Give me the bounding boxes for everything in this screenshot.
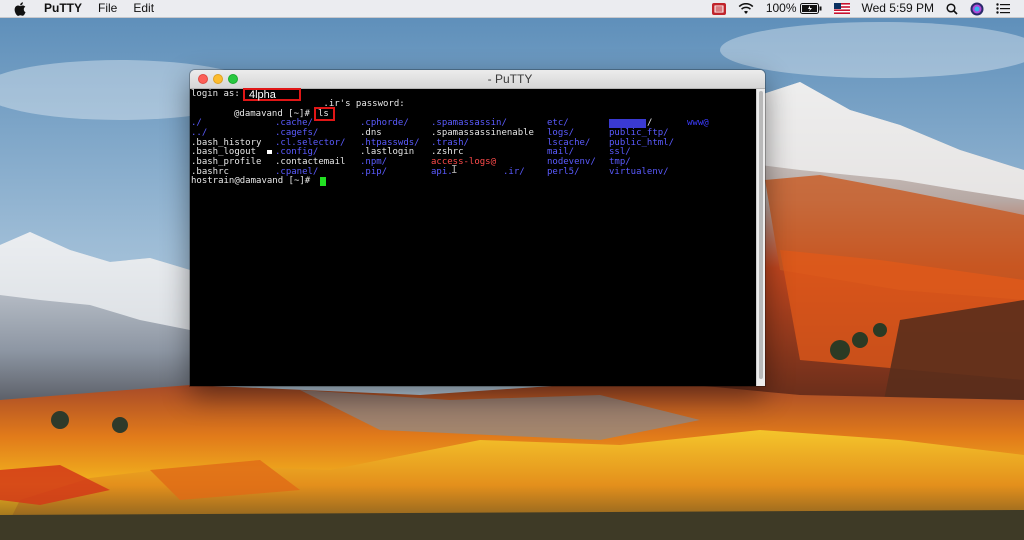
list-icon[interactable] (996, 3, 1010, 14)
entry-api-suffix: .ir/ (503, 167, 525, 177)
status-area: 100% Wed 5:59 PM (700, 0, 1024, 17)
entry-redacted-highlight (609, 119, 646, 128)
menu-bar: PuTTY File Edit 100% Wed 5:59 PM (0, 0, 1024, 18)
mouse-marker (267, 150, 272, 154)
clock[interactable]: Wed 5:59 PM (862, 0, 934, 17)
login-prefix: login as: (191, 89, 240, 99)
entry-pip: .pip/ (360, 167, 388, 177)
login-value: 4lpha (249, 89, 276, 101)
window-title: - PuTTY (487, 72, 533, 86)
menu-app-name[interactable]: PuTTY (44, 0, 82, 17)
entry-perl5: perl5/ (547, 167, 580, 177)
flag-icon[interactable] (833, 3, 850, 14)
final-prompt: hostrain@damavand [~]# (191, 176, 311, 186)
siri-icon[interactable] (970, 2, 984, 16)
battery-icon (799, 3, 822, 14)
scrollbar-thumb[interactable] (759, 91, 763, 379)
battery-percent[interactable]: 100% (766, 0, 822, 17)
apple-icon[interactable] (14, 1, 28, 17)
entry-api-prefix: api. (431, 167, 453, 177)
battery-label: 100% (765, 1, 797, 15)
wifi-icon[interactable] (738, 2, 754, 15)
putty-window: - PuTTY login as: 4lpha _.ir's password:… (190, 70, 765, 386)
ls-command: ls (318, 109, 329, 119)
text-cursor-icon: I (451, 163, 458, 176)
menu-file[interactable]: File (98, 0, 117, 17)
search-icon[interactable] (946, 2, 958, 15)
terminal-cursor (320, 177, 326, 186)
entry-virtualenv: virtualenv/ (609, 167, 669, 177)
entry-www: www@ (687, 118, 709, 128)
terminal-scrollbar[interactable] (756, 89, 765, 386)
menu-edit[interactable]: Edit (133, 0, 154, 17)
terminal-area[interactable]: login as: 4lpha _.ir's password: @damava… (190, 88, 756, 386)
screen-record-icon[interactable] (711, 2, 726, 15)
window-titlebar[interactable]: - PuTTY (190, 70, 765, 89)
